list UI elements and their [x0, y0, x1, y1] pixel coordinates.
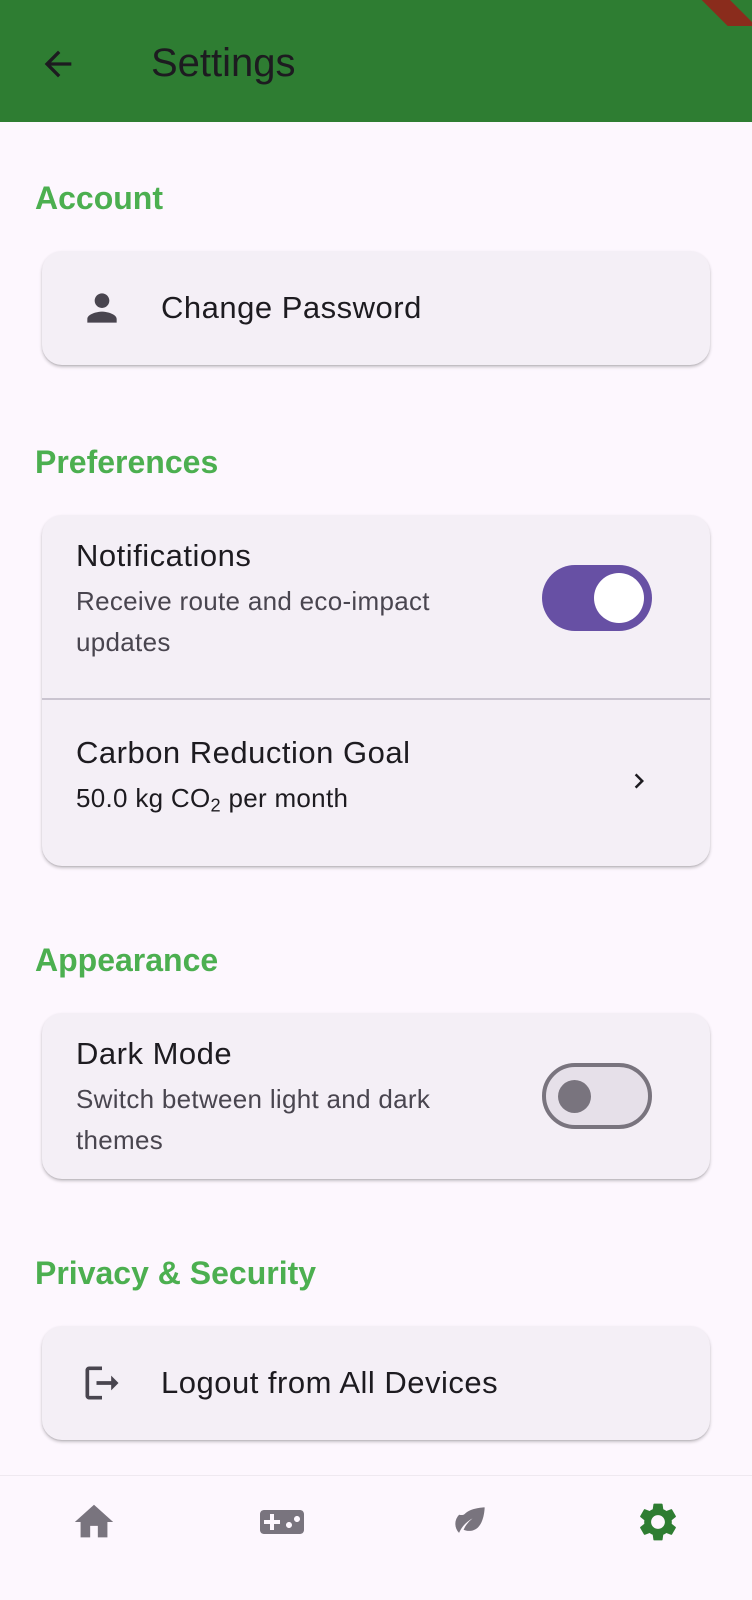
gamepad-icon — [260, 1510, 304, 1534]
debug-banner — [692, 0, 752, 26]
notifications-toggle[interactable] — [542, 565, 652, 631]
carbon-goal-item[interactable]: Carbon Reduction Goal 50.0 kg CO2 per mo… — [42, 700, 710, 866]
app-bar: Settings — [0, 0, 752, 122]
preferences-card: Notifications Receive route and eco-impa… — [42, 515, 710, 866]
chevron-right-icon — [634, 773, 644, 789]
change-password-label: Change Password — [161, 290, 422, 325]
back-button[interactable] — [36, 42, 80, 86]
person-icon — [80, 286, 124, 330]
page-title: Settings — [151, 41, 296, 85]
account-card: Change Password — [42, 251, 710, 365]
logout-all-devices-item[interactable]: Logout from All Devices — [42, 1326, 710, 1440]
toggle-knob — [594, 573, 644, 623]
home-icon — [74, 1504, 114, 1538]
carbon-goal-value: 50.0 kg CO2 per month — [76, 783, 349, 816]
logout-all-devices-label: Logout from All Devices — [161, 1365, 499, 1400]
section-title-appearance: Appearance — [35, 942, 219, 978]
nav-settings[interactable] — [634, 1498, 682, 1546]
appearance-card: Dark Mode Switch between light and dark … — [42, 1013, 710, 1179]
privacy-card: Logout from All Devices — [42, 1326, 710, 1440]
change-password-item[interactable]: Change Password — [42, 251, 710, 365]
nav-games[interactable] — [258, 1498, 306, 1546]
nav-eco[interactable] — [446, 1498, 494, 1546]
toggle-knob — [558, 1080, 591, 1113]
section-title-privacy: Privacy & Security — [35, 1255, 317, 1291]
logout-icon — [80, 1361, 124, 1405]
section-title-preferences: Preferences — [35, 444, 219, 480]
bottom-navigation — [0, 1475, 752, 1600]
notifications-item[interactable]: Notifications Receive route and eco-impa… — [42, 515, 710, 698]
gear-icon — [640, 1503, 676, 1541]
carbon-goal-title: Carbon Reduction Goal — [76, 735, 411, 770]
section-title-account: Account — [35, 180, 163, 216]
leaf-icon — [455, 1507, 485, 1533]
arrow-back-icon — [44, 50, 72, 78]
nav-home[interactable] — [70, 1498, 118, 1546]
dark-mode-item[interactable]: Dark Mode Switch between light and dark … — [42, 1013, 710, 1179]
dark-mode-toggle[interactable] — [542, 1063, 652, 1129]
